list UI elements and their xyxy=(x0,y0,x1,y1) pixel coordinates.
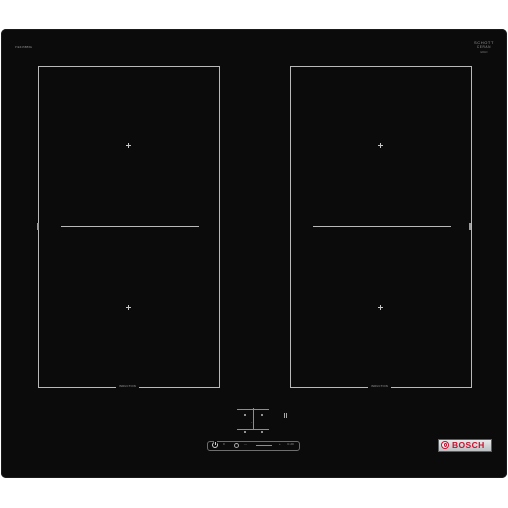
glass-brand-line3: ERGO xyxy=(480,51,488,54)
zone-select-center[interactable]: · xyxy=(251,421,253,426)
zone-label-left: INDUCTION xyxy=(116,385,140,389)
function-display: ⊙ 20 xyxy=(287,442,294,446)
zone-divider-right xyxy=(313,226,451,227)
control-guide-vertical xyxy=(253,408,254,430)
zone-select-rear-left[interactable] xyxy=(244,431,246,433)
zone-center-marker-rear-left xyxy=(126,305,131,310)
timer-readout: 0 xyxy=(223,442,225,446)
power-icon[interactable] xyxy=(212,442,218,448)
zone-divider-left xyxy=(61,226,199,227)
zone-select-front-right[interactable] xyxy=(261,414,263,416)
cooking-zone-left[interactable] xyxy=(38,66,220,388)
timer-icon[interactable] xyxy=(234,443,239,448)
power-level-slider[interactable] xyxy=(256,445,272,446)
combi-mark-left xyxy=(37,223,39,230)
induction-hob: PIE645BB5E SCHOTT CERAN ERGO INDUCTION I… xyxy=(1,29,507,478)
glass-brand-mark: SCHOTT CERAN ERGO xyxy=(473,41,495,55)
brand-name: BOSCH xyxy=(452,440,485,450)
glass-brand-line2: CERAN xyxy=(476,45,492,49)
minus-button[interactable]: — xyxy=(244,443,247,446)
zone-select-rear-right[interactable] xyxy=(261,431,263,433)
combi-mark-right xyxy=(469,223,471,230)
brand-plate: BOSCH xyxy=(438,439,492,452)
zone-select-front-left[interactable] xyxy=(244,414,246,416)
zone-label-right: INDUCTION xyxy=(368,385,392,389)
zone-center-marker-rear-right xyxy=(378,305,383,310)
model-code: PIE645BB5E xyxy=(15,46,33,49)
status-indicator xyxy=(284,413,287,418)
plus-button[interactable]: + xyxy=(279,443,281,446)
zone-center-marker-front-left xyxy=(126,143,131,148)
cooking-zone-right[interactable] xyxy=(290,66,472,388)
bosch-logo-icon xyxy=(441,441,449,449)
zone-center-marker-front-right xyxy=(378,143,383,148)
